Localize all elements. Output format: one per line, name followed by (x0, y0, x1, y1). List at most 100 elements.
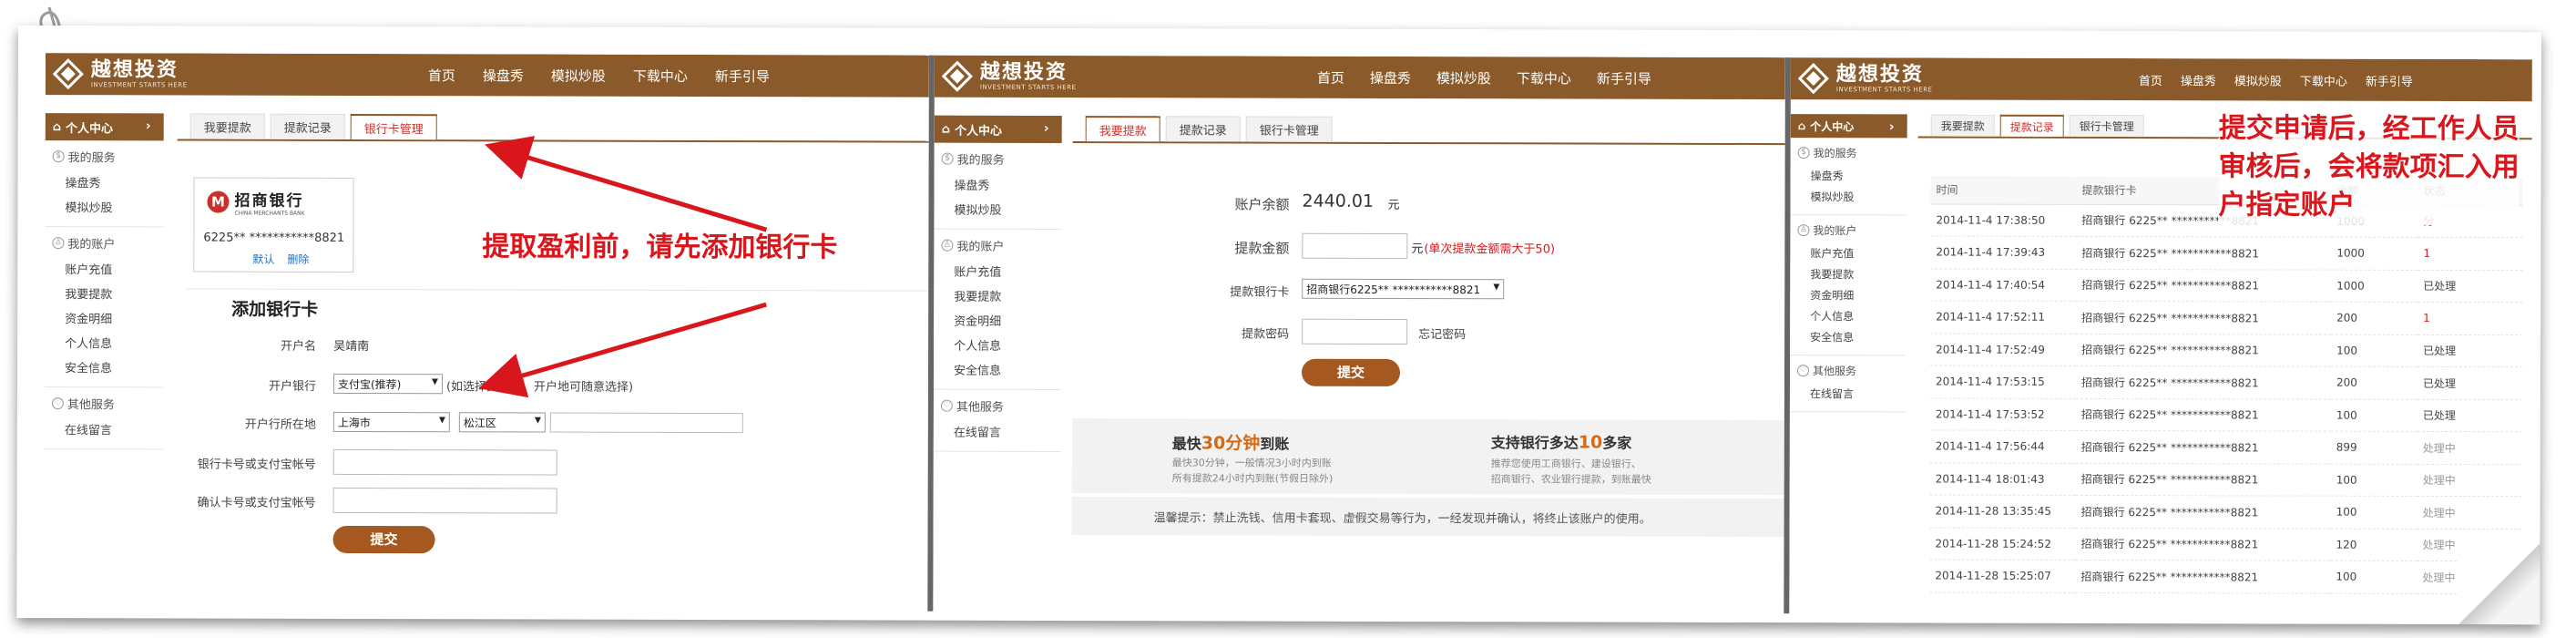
submit-button[interactable]: 提交 (1301, 358, 1401, 386)
card-select[interactable]: 招商银行6225** ***********8821 ▼ (1302, 278, 1505, 300)
sidebar-item-simulated-trading[interactable]: 模拟炒股 (1790, 186, 1906, 207)
panel-withdraw: 越想投资 INVESTMENT STARTS HERE 首页 操盘秀 模拟炒股 下… (927, 55, 1785, 614)
cell-time: 2014-11-4 17:56:44 (1929, 429, 2076, 463)
sidebar-header[interactable]: ⌂ 个人中心 › (1790, 114, 1907, 139)
cell-card: 招商银行 6225** ***********8821 (2076, 333, 2332, 367)
cell-time: 2014-11-4 17:52:49 (1930, 333, 2077, 366)
table-row: 2014-11-4 17:53:15 招商银行 6225** **********… (1929, 365, 2523, 400)
cell-card: 招商银行 6225** ***********8821 (2075, 397, 2331, 432)
collage-sheet: 越想投资 INVESTMENT STARTS HERE 首页 操盘秀 模拟炒股 下… (16, 26, 2541, 625)
amount-unit: 元 (1411, 242, 1424, 257)
cell-time: 2014-11-4 18:01:43 (1929, 462, 2076, 496)
nav-trading-show[interactable]: 操盘秀 (1370, 67, 1411, 87)
info-banks: 支持银行多达10多家 (1491, 430, 1632, 452)
table-row: 2014-11-28 15:24:52 招商银行 6225** *********… (1929, 527, 2522, 561)
nav-home[interactable]: 首页 (1317, 67, 1344, 87)
cell-card: 招商银行 6225** ***********8821 (2076, 236, 2332, 270)
nav-beginner-guide[interactable]: 新手引导 (2366, 71, 2413, 88)
sidebar-item-trading-show[interactable]: 操盘秀 (935, 172, 1062, 197)
panel-withdraw-records: 越想投资 INVESTMENT STARTS HERE 首页 操盘秀 模拟炒股 下… (1784, 57, 2532, 616)
sidebar-item-withdraw[interactable]: 我要提款 (934, 283, 1061, 308)
sidebar-group-services: $ 我的服务 操盘秀 模拟炒股 (1790, 138, 1907, 216)
main-nav: 首页 操盘秀 模拟炒股 下载中心 新手引导 (1317, 57, 1651, 99)
cell-time: 2014-11-4 17:39:43 (1930, 235, 2077, 269)
sidebar-group-account: ♙ 我的账户 账户充值 我要提款 资金明细 个人信息 安全信息 (1790, 215, 1907, 356)
heart-icon: ♡ (940, 399, 953, 412)
sidebar-item-simulated-trading[interactable]: 模拟炒股 (934, 197, 1061, 221)
label-password: 提款密码 (1242, 327, 1290, 342)
sidebar-item-personal-info[interactable]: 个人信息 (934, 333, 1061, 357)
col-time: 时间 (1930, 176, 2077, 204)
password-input[interactable] (1302, 318, 1408, 345)
table-row: 2014-11-4 17:52:49 招商银行 6225** **********… (1930, 333, 2523, 367)
user-icon: ♙ (1797, 224, 1810, 237)
card-select-value: 招商银行6225** ***********8821 (1306, 283, 1481, 297)
cell-status: 1 (2418, 302, 2523, 335)
sidebar-item-message[interactable]: 在线留言 (934, 419, 1061, 444)
cell-status: 1 (2418, 237, 2523, 271)
table-row: 2014-11-4 17:39:43 招商银行 6225** **********… (1930, 235, 2523, 271)
balance-unit: 元 (1387, 198, 1400, 212)
user-icon: ♙ (941, 239, 954, 252)
cell-status: 已处理 (2418, 269, 2523, 303)
home-icon: ⌂ (1797, 119, 1806, 133)
diamond-logo-icon (941, 60, 973, 92)
nav-simulated-trading[interactable]: 模拟炒股 (2234, 71, 2282, 88)
info-banks-desc-line: 招商银行、农业银行提款，到账最快 (1490, 473, 1651, 486)
sidebar-item-recharge[interactable]: 账户充值 (1790, 242, 1906, 263)
service-icon: $ (941, 152, 954, 165)
site-logo[interactable]: 越想投资 INVESTMENT STARTS HERE (941, 60, 1077, 92)
cell-amount: 100 (2331, 334, 2418, 367)
cell-time: 2014-11-28 15:25:07 (1929, 559, 2076, 592)
sidebar-header[interactable]: ⌂ 个人中心 › (934, 115, 1062, 143)
site-logo[interactable]: 越想投资 INVESTMENT STARTS HERE (1797, 63, 1933, 95)
sidebar-item-security-info[interactable]: 安全信息 (934, 357, 1061, 382)
sidebar-item-fund-details[interactable]: 资金明细 (1790, 284, 1906, 305)
cell-time: 2014-11-4 17:38:50 (1930, 203, 2077, 237)
nav-trading-show[interactable]: 操盘秀 (2181, 71, 2216, 88)
nav-simulated-trading[interactable]: 模拟炒股 (1436, 68, 1491, 87)
sidebar-item-withdraw[interactable]: 我要提款 (1790, 263, 1906, 284)
cell-amount: 1000 (2331, 269, 2418, 303)
logo-text: 越想投资 (1835, 63, 1924, 87)
info-fast-highlight: 30分钟 (1201, 433, 1261, 454)
annotation-line: 户指定账户 (2218, 189, 2356, 221)
records-table: 时间 提款银行卡 金额 状态 2014-11-4 17:38:50招商银行 62… (1929, 176, 2523, 594)
cell-card: 招商银行 6225** ***********8821 (2075, 495, 2331, 529)
cell-card: 招商银行 6225** ***********8821 (2075, 462, 2331, 497)
diamond-logo-icon (1797, 63, 1829, 95)
tab-bank-card-management[interactable]: 银行卡管理 (2069, 114, 2144, 138)
amount-input[interactable] (1302, 232, 1408, 259)
info-banks-desc: 推荐您使用工商银行、建设银行、 招商银行、农业银行提款，到账最快 (1491, 456, 1651, 487)
info-banks-suffix: 多家 (1602, 434, 1632, 452)
info-fast: 最快30分钟到账 (1172, 429, 1290, 454)
forgot-password-link[interactable]: 忘记密码 (1418, 324, 1466, 342)
tab-withdraw-records[interactable]: 提款记录 (1999, 114, 2064, 137)
cell-status: 处理中 (2417, 463, 2522, 497)
nav-download[interactable]: 下载中心 (1517, 68, 1571, 87)
tab-withdraw[interactable]: 我要提款 (1085, 116, 1160, 142)
sidebar-item-recharge[interactable]: 账户充值 (934, 259, 1061, 283)
tab-withdraw[interactable]: 我要提款 (1930, 114, 1995, 137)
sidebar-item-message[interactable]: 在线留言 (1790, 383, 1906, 404)
table-row: 2014-11-4 18:01:43 招商银行 6225** **********… (1929, 462, 2522, 497)
tab-bank-card-management[interactable]: 银行卡管理 (1245, 116, 1333, 142)
sidebar-item-trading-show[interactable]: 操盘秀 (1791, 165, 1907, 186)
nav-home[interactable]: 首页 (2139, 71, 2162, 88)
sidebar: ⌂ 个人中心 › $ 我的服务 操盘秀 模拟炒股 ♙ 我的账户 账户充值 我要提款 资金… (1789, 114, 1907, 614)
logo-tagline: INVESTMENT STARTS HERE (979, 83, 1077, 92)
nav-download[interactable]: 下载中心 (2300, 71, 2347, 88)
cell-amount: 100 (2330, 561, 2418, 593)
dropdown-arrow-icon: ▼ (1493, 283, 1500, 293)
amount-hint: (单次提款金额需大于50) (1424, 242, 1556, 257)
nav-beginner-guide[interactable]: 新手引导 (1597, 68, 1651, 87)
sidebar-item-personal-info[interactable]: 个人信息 (1790, 305, 1906, 326)
balance-value: 2440.01 (1302, 190, 1375, 211)
arrow-to-bank-select (478, 302, 767, 398)
sidebar-item-security-info[interactable]: 安全信息 (1790, 326, 1906, 347)
info-banks-highlight: 10 (1578, 432, 1603, 453)
annotation-line: 审核后，会将款项汇入用 (2218, 150, 2520, 184)
label-balance: 账户余额 (1234, 196, 1290, 213)
sidebar-item-fund-details[interactable]: 资金明细 (934, 308, 1061, 333)
tab-withdraw-records[interactable]: 提款记录 (1165, 116, 1241, 142)
